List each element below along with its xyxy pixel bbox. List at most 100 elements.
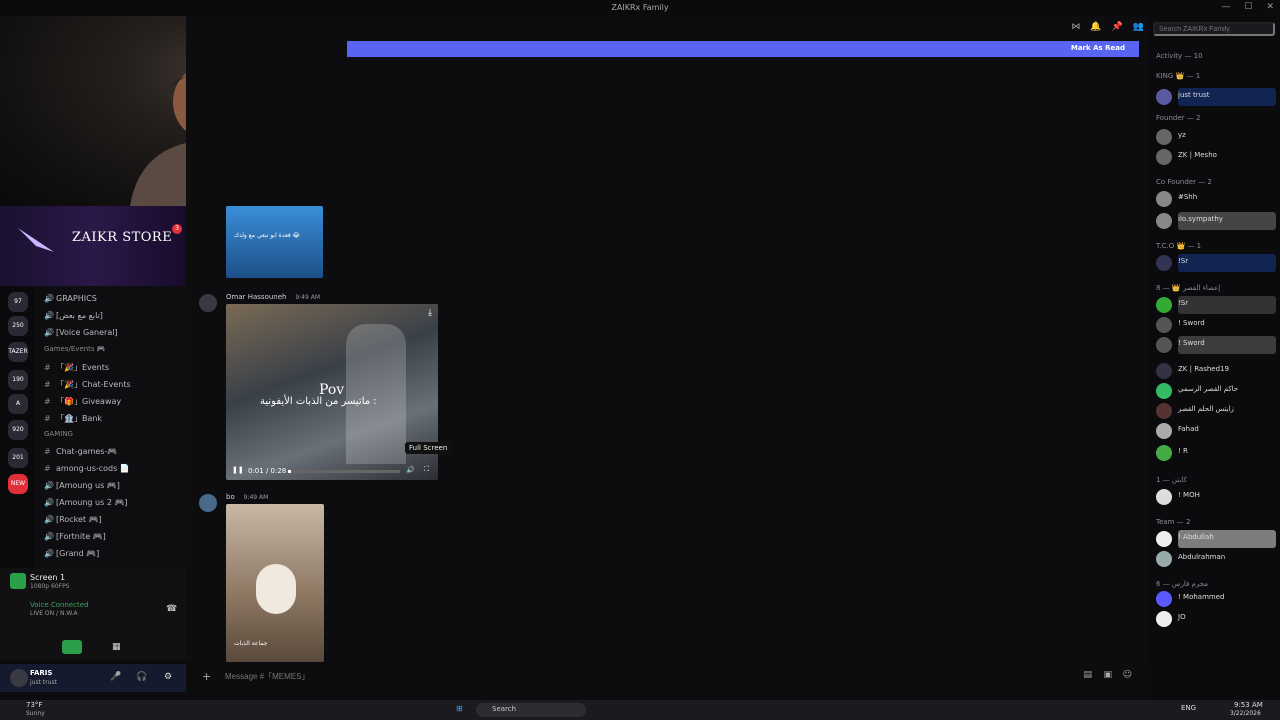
member-item[interactable]: زايتس الحلم القصر [1156,402,1276,420]
mic-icon[interactable]: 🎤 [110,672,121,682]
member-item[interactable]: Fahad [1156,422,1276,440]
member-item[interactable]: !Sr [1156,254,1276,272]
channel-item[interactable]: 🔊 GRAPHICS [44,294,97,303]
speaker-icon: 🔊 [44,549,54,558]
avatar [1156,255,1172,271]
member-item[interactable]: JO [1156,610,1276,628]
guild-icon[interactable]: 201 [8,448,28,468]
member-item[interactable]: Abdulrahman [1156,550,1276,568]
screen-icon [10,573,26,589]
channel-item[interactable]: 🔊 [Voice Ganeral] [44,328,118,337]
clock-time[interactable]: 9:53 AM [1234,701,1263,709]
download-icon[interactable]: ⤓ [428,308,432,318]
unread-banner[interactable]: Mark As Read [347,41,1139,57]
speaker-icon: 🔊 [44,515,54,524]
member-item[interactable]: !Sr [1156,296,1276,314]
guild-icon[interactable]: A [8,394,28,414]
channel-label: [Voice Ganeral] [56,328,118,337]
fullscreen-icon[interactable]: ⛶ [424,465,429,474]
member-item[interactable]: ZK | Rashed19 [1156,362,1276,380]
close-icon[interactable]: ✕ [1266,2,1274,12]
hash-icon: # [44,380,51,389]
message-input[interactable] [225,672,825,681]
channel-item[interactable]: # among-us-cods 📄 [44,464,130,473]
seek-bar[interactable] [288,470,400,473]
member-item[interactable]: ! MOH [1156,488,1276,506]
gif-icon[interactable]: ▤ [1083,670,1092,680]
member-item[interactable]: ! R [1156,444,1276,462]
video-preview-1[interactable]: قعدة ابو تبعي مع ولدك 😂 [226,206,323,278]
search-label: Search [492,705,517,713]
channel-item[interactable]: 🔊 [Fortnite 🎮] [44,532,106,541]
store-logo-icon [18,228,54,252]
pin-icon[interactable]: 📌 [1112,22,1123,32]
member-name: ! Mohammed [1178,593,1225,601]
member-group-header: Activity — 10 [1156,52,1203,60]
member-item[interactable]: just trust [1156,88,1276,106]
channel-item[interactable]: # Chat-games-🎮 [44,447,117,456]
emoji-icon[interactable]: ☺ [1123,670,1132,680]
guild-icon[interactable]: 97 [8,292,28,312]
message-author[interactable]: bo [226,493,235,501]
settings-icon[interactable]: ⚙ [164,672,172,682]
activities-icon[interactable]: ▦ [112,642,121,652]
guild-icon[interactable]: 250 [8,316,28,336]
title-bar: ZAIKRx Family — ☐ ✕ [0,0,1280,16]
avatar[interactable] [10,669,28,687]
member-name: ZK | Rashed19 [1178,365,1229,373]
weather-temp[interactable]: 73°F [26,701,42,709]
member-item[interactable]: ZK | Mesho [1156,148,1276,166]
voice-channel: LIVE ON / N.W.A [30,610,78,617]
member-item[interactable]: #Shh [1156,190,1276,208]
member-item[interactable]: ! Mohammed [1156,590,1276,608]
video-caption-2: جماعة الذبات [234,640,268,647]
video-preview-2[interactable]: جماعة الذبات [226,504,324,662]
headphones-icon[interactable]: 🎧 [136,672,147,682]
guild-icon[interactable]: 920 [8,420,28,440]
mark-as-read-button[interactable]: Mark As Read [1071,44,1125,52]
guild-icon[interactable]: NEW [8,474,28,494]
member-item[interactable]: حاكم القصر الرسمي [1156,382,1276,400]
channel-item[interactable]: # 「🎉」Events [44,362,109,373]
member-item[interactable]: ilo.sympathy [1156,212,1276,230]
channel-item[interactable]: 🔊 [Rocket 🎮] [44,515,102,524]
voice-panel: Voice Connected LIVE ON / N.W.A ☎ ▦ [0,598,186,660]
bell-icon[interactable]: 🔔 [1090,22,1101,32]
channel-item[interactable]: 🔊 [تابع مع بعض] [44,311,103,320]
threads-icon[interactable]: ⋈ [1071,22,1080,32]
volume-icon[interactable]: 🔊 [406,466,415,474]
channel-item[interactable]: 🔊 [Amoung us 🎮] [44,481,120,490]
message-author[interactable]: Omar Hassouneh [226,293,286,301]
pause-icon[interactable]: ❚❚ [232,466,244,474]
server-banner[interactable]: ZAIKR STORE 3 [0,206,186,286]
guild-icon[interactable]: TAZER [8,342,28,362]
taskbar-search[interactable]: Search [476,703,586,717]
search-input[interactable] [1153,22,1275,36]
maximize-icon[interactable]: ☐ [1244,2,1252,12]
channel-category[interactable]: GAMING [44,430,73,438]
avatar[interactable] [199,494,217,512]
disconnect-icon[interactable]: ☎ [166,604,177,614]
member-item[interactable]: ! Sword [1156,316,1276,334]
guild-icon[interactable]: 190 [8,370,28,390]
language-indicator[interactable]: ENG [1181,704,1196,712]
member-name: Fahad [1178,425,1199,433]
camera-button[interactable] [62,640,82,654]
channel-category[interactable]: Games/Events 🎮 [44,345,106,353]
add-attachment-icon[interactable]: + [202,670,211,683]
channel-item[interactable]: # 「🏦」Bank [44,413,102,424]
member-item[interactable]: ! Sword [1156,336,1276,354]
minimize-icon[interactable]: — [1221,2,1230,12]
channel-item[interactable]: 🔊 [Grand 🎮] [44,549,99,558]
sticker-icon[interactable]: ▣ [1103,670,1112,680]
members-icon[interactable]: 👥 [1133,22,1144,32]
channel-item[interactable]: 🔊 [Amoung us 2 🎮] [44,498,128,507]
avatar [1156,317,1172,333]
start-icon[interactable]: ⊞ [456,704,463,713]
channel-item[interactable]: # 「🎉」Chat-Events [44,379,131,390]
avatar[interactable] [199,294,217,312]
channel-item[interactable]: # 「🎁」Giveaway [44,396,121,407]
window-title: ZAIKRx Family [611,3,669,12]
member-item[interactable]: yz [1156,128,1276,146]
member-item[interactable]: ! Abdullah [1156,530,1276,548]
